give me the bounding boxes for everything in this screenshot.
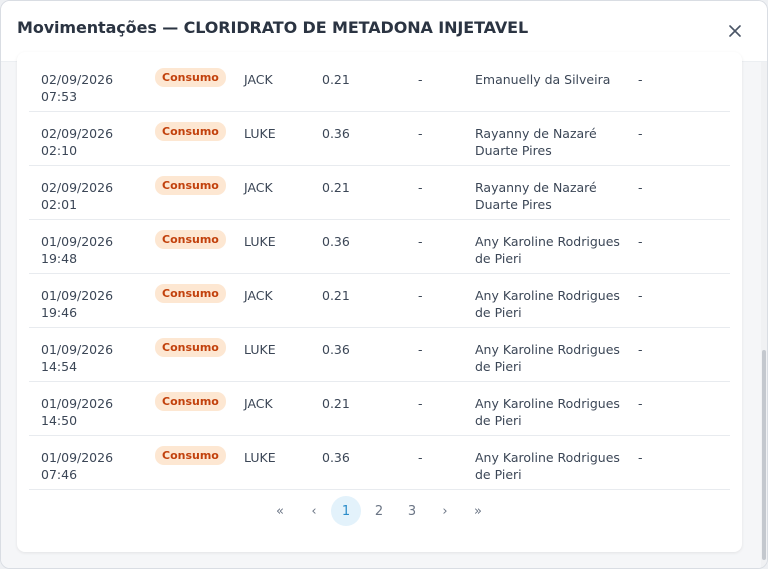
quantity-cell: 0.36	[322, 450, 350, 465]
pagination: « ‹ 1 2 3 › »	[17, 496, 742, 528]
prev-page-button[interactable]: ‹	[299, 496, 329, 526]
notes-cell: -	[638, 288, 643, 303]
status-badge: Consumo	[155, 230, 226, 249]
table-row: 02/09/2026 02:10 Consumo LUKE 0.36 - Raya…	[29, 112, 730, 166]
lot-cell: -	[418, 396, 423, 411]
date-cell: 02/09/2026 07:53	[41, 72, 114, 104]
table-row: 01/09/2026 14:50 Consumo JACK 0.21 - Any …	[29, 382, 730, 436]
origin-cell: LUKE	[244, 342, 276, 357]
notes-cell: -	[638, 180, 643, 195]
notes-cell: -	[638, 72, 643, 87]
date-cell: 02/09/2026 02:10	[41, 126, 114, 158]
scrollbar[interactable]	[761, 62, 767, 568]
type-cell: Consumo	[155, 176, 226, 195]
user-cell: Any Karoline Rodrigues de Pieri	[475, 396, 620, 428]
double-chevron-right-icon: »	[474, 503, 482, 519]
table-row: 02/09/2026 07:53 Consumo JACK 0.21 - Eman…	[29, 58, 730, 112]
user-cell: Any Karoline Rodrigues de Pieri	[475, 234, 620, 266]
status-badge: Consumo	[155, 392, 226, 411]
chevron-left-icon: ‹	[311, 503, 317, 519]
origin-cell: JACK	[244, 396, 273, 411]
quantity-cell: 0.36	[322, 126, 350, 141]
type-cell: Consumo	[155, 446, 226, 465]
table-row: 01/09/2026 19:48 Consumo LUKE 0.36 - Any …	[29, 220, 730, 274]
date-cell: 01/09/2026 19:46	[41, 288, 114, 320]
quantity-cell: 0.21	[322, 72, 350, 87]
quantity-cell: 0.36	[322, 234, 350, 249]
table-row: 01/09/2026 19:46 Consumo JACK 0.21 - Any …	[29, 274, 730, 328]
user-cell: Rayanny de Nazaré Duarte Pires	[475, 126, 597, 158]
date-cell: 02/09/2026 02:01	[41, 180, 114, 212]
user-cell: Emanuelly da Silveira	[475, 72, 611, 87]
date-cell: 01/09/2026 19:48	[41, 234, 114, 266]
user-cell: Any Karoline Rodrigues de Pieri	[475, 342, 620, 374]
date-cell: 01/09/2026 14:50	[41, 396, 114, 428]
origin-cell: JACK	[244, 180, 273, 195]
notes-cell: -	[638, 396, 643, 411]
quantity-cell: 0.36	[322, 342, 350, 357]
lot-cell: -	[418, 72, 423, 87]
lot-cell: -	[418, 180, 423, 195]
origin-cell: LUKE	[244, 234, 276, 249]
origin-cell: LUKE	[244, 450, 276, 465]
notes-cell: -	[638, 234, 643, 249]
notes-cell: -	[638, 342, 643, 357]
origin-cell: JACK	[244, 288, 273, 303]
modal-body: 02/09/2026 07:53 Consumo JACK 0.21 - Eman…	[1, 52, 761, 568]
table-row: 02/09/2026 02:01 Consumo JACK 0.21 - Raya…	[29, 166, 730, 220]
status-badge: Consumo	[155, 68, 226, 87]
lot-cell: -	[418, 126, 423, 141]
page-2-button[interactable]: 2	[364, 496, 394, 526]
status-badge: Consumo	[155, 284, 226, 303]
double-chevron-left-icon: «	[276, 503, 284, 519]
date-cell: 01/09/2026 07:46	[41, 450, 114, 482]
quantity-cell: 0.21	[322, 288, 350, 303]
lot-cell: -	[418, 342, 423, 357]
type-cell: Consumo	[155, 392, 226, 411]
movements-card: 02/09/2026 07:53 Consumo JACK 0.21 - Eman…	[17, 52, 742, 552]
table-row: 01/09/2026 07:46 Consumo LUKE 0.36 - Any …	[29, 436, 730, 490]
notes-cell: -	[638, 450, 643, 465]
type-cell: Consumo	[155, 68, 226, 87]
type-cell: Consumo	[155, 230, 226, 249]
user-cell: Any Karoline Rodrigues de Pieri	[475, 288, 620, 320]
close-button[interactable]	[721, 17, 749, 45]
last-page-button[interactable]: »	[463, 496, 493, 526]
type-cell: Consumo	[155, 284, 226, 303]
status-badge: Consumo	[155, 122, 226, 141]
quantity-cell: 0.21	[322, 396, 350, 411]
date-cell: 01/09/2026 14:54	[41, 342, 114, 374]
movements-table: 02/09/2026 07:53 Consumo JACK 0.21 - Eman…	[29, 58, 730, 490]
scrollbar-thumb[interactable]	[762, 350, 766, 560]
type-cell: Consumo	[155, 122, 226, 141]
movements-modal: Movimentações — CLORIDRATO DE METADONA I…	[0, 0, 768, 569]
status-badge: Consumo	[155, 338, 226, 357]
table-row: 01/09/2026 14:54 Consumo LUKE 0.36 - Any …	[29, 328, 730, 382]
origin-cell: JACK	[244, 72, 273, 87]
modal-title: Movimentações — CLORIDRATO DE METADONA I…	[17, 18, 529, 37]
user-cell: Rayanny de Nazaré Duarte Pires	[475, 180, 597, 212]
lot-cell: -	[418, 450, 423, 465]
status-badge: Consumo	[155, 446, 226, 465]
status-badge: Consumo	[155, 176, 226, 195]
notes-cell: -	[638, 126, 643, 141]
lot-cell: -	[418, 288, 423, 303]
lot-cell: -	[418, 234, 423, 249]
type-cell: Consumo	[155, 338, 226, 357]
page-3-button[interactable]: 3	[397, 496, 427, 526]
next-page-button[interactable]: ›	[430, 496, 460, 526]
page-1-button[interactable]: 1	[331, 496, 361, 526]
origin-cell: LUKE	[244, 126, 276, 141]
chevron-right-icon: ›	[442, 503, 448, 519]
quantity-cell: 0.21	[322, 180, 350, 195]
first-page-button[interactable]: «	[265, 496, 295, 526]
close-icon	[729, 25, 741, 37]
user-cell: Any Karoline Rodrigues de Pieri	[475, 450, 620, 482]
